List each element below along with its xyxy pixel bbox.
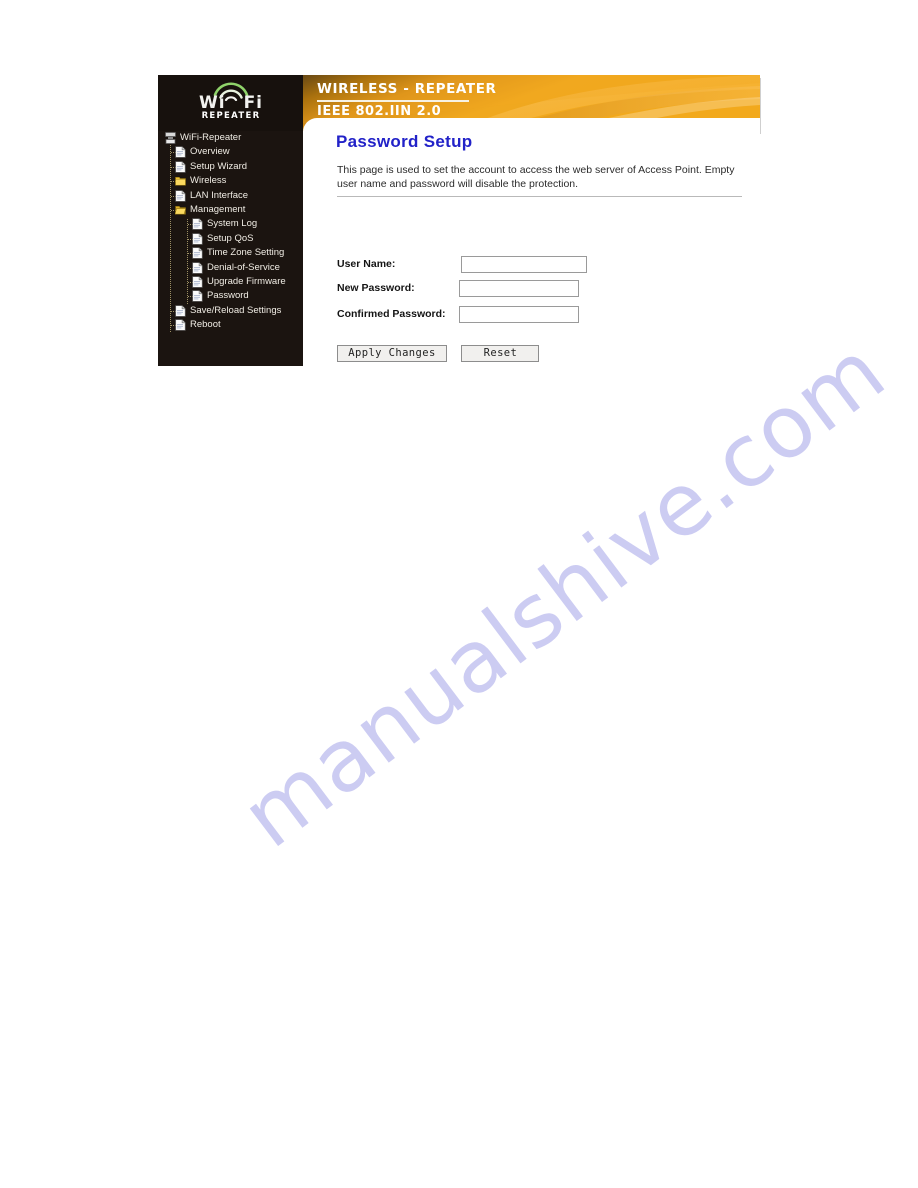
form-row-new-password: New Password: bbox=[337, 280, 747, 299]
sidebar-item-label: LAN Interface bbox=[190, 189, 249, 201]
form-row-confirmed-password: Confirmed Password: bbox=[337, 306, 747, 325]
sidebar-item-label: Reboot bbox=[190, 319, 221, 331]
page-icon bbox=[175, 189, 186, 202]
sidebar-item-label: Setup Wizard bbox=[190, 160, 248, 172]
sidebar-item-setup-wizard[interactable]: Setup Wizard bbox=[162, 160, 303, 174]
reset-button[interactable]: Reset bbox=[461, 345, 540, 362]
sidebar-item-label: Password bbox=[207, 290, 249, 302]
sidebar-item-label: Setup QoS bbox=[207, 232, 254, 244]
sidebar-item-label: Wireless bbox=[190, 175, 227, 187]
sidebar-item-upgrade-firmware[interactable]: Upgrade Firmware bbox=[162, 275, 303, 289]
logo-word-left: Wi bbox=[198, 93, 226, 113]
folder-icon bbox=[175, 177, 186, 186]
new-password-input[interactable] bbox=[459, 280, 579, 297]
sidebar-item-system-log[interactable]: System Log bbox=[162, 217, 303, 231]
sidebar-item-reboot[interactable]: Reboot bbox=[162, 318, 303, 332]
router-admin-window: Wi Fi REPEATER WIRELESS - REPEATER IEEE … bbox=[158, 75, 761, 367]
page-icon bbox=[175, 305, 186, 317]
label-confirmed-password: Confirmed Password: bbox=[337, 308, 446, 320]
sidebar-item-time-zone-setting[interactable]: Time Zone Setting bbox=[162, 246, 303, 260]
sidebar-item-label: Denial-of-Service bbox=[207, 261, 280, 273]
watermark-text: manualshive.com bbox=[224, 321, 904, 868]
logo-wordmark: Wi Fi bbox=[172, 94, 290, 112]
page-icon bbox=[192, 218, 203, 230]
sidebar-item-denial-of-service[interactable]: Denial-of-Service bbox=[162, 261, 303, 275]
form-row-user-name: User Name: bbox=[337, 256, 747, 275]
banner-title: WIRELESS - REPEATER bbox=[317, 81, 497, 97]
confirmed-password-input[interactable] bbox=[459, 306, 579, 323]
page-icon bbox=[175, 161, 186, 173]
brand-logo: Wi Fi REPEATER bbox=[172, 81, 290, 127]
navigation-tree: WiFi-Repeater Overview Setup Wizard Wire… bbox=[162, 131, 303, 333]
sidebar-item-wifi-repeater[interactable]: WiFi-Repeater bbox=[162, 131, 303, 145]
logo-subtitle: REPEATER bbox=[201, 111, 261, 121]
banner-subtitle: IEEE 802.IIN 2.0 bbox=[317, 104, 442, 119]
label-user-name: User Name: bbox=[337, 258, 396, 270]
page-title: Password Setup bbox=[336, 132, 473, 151]
sidebar-item-password[interactable]: Password bbox=[162, 289, 303, 303]
page-description: This page is used to set the account to … bbox=[337, 164, 735, 190]
sidebar-item-management[interactable]: Management bbox=[162, 203, 303, 217]
sidebar-item-label: Upgrade Firmware bbox=[207, 275, 286, 287]
logo-word-right: Fi bbox=[243, 93, 264, 113]
sidebar-item-label: System Log bbox=[207, 218, 258, 230]
folder-open-icon bbox=[175, 206, 186, 215]
page-icon bbox=[192, 261, 203, 274]
banner-rule bbox=[317, 100, 469, 102]
apply-changes-button[interactable]: Apply Changes bbox=[337, 345, 447, 362]
sidebar-item-setup-qos[interactable]: Setup QoS bbox=[162, 232, 303, 246]
sidebar-item-save-reload-settings[interactable]: Save/Reload Settings bbox=[162, 304, 303, 318]
sidebar-item-label: Management bbox=[190, 203, 246, 215]
label-new-password: New Password: bbox=[337, 282, 415, 294]
sidebar-item-overview[interactable]: Overview bbox=[162, 145, 303, 159]
form-button-bar: Apply Changes Reset bbox=[337, 345, 540, 363]
device-icon bbox=[165, 132, 176, 144]
page-icon bbox=[192, 276, 203, 288]
sidebar-item-label: WiFi-Repeater bbox=[180, 132, 242, 143]
sidebar-item-lan-interface[interactable]: LAN Interface bbox=[162, 189, 303, 203]
page-icon bbox=[175, 146, 186, 159]
sidebar-item-label: Save/Reload Settings bbox=[190, 304, 282, 316]
user-name-input[interactable] bbox=[461, 256, 587, 273]
page-icon bbox=[175, 319, 186, 331]
sidebar-item-label: Overview bbox=[190, 146, 230, 158]
page-icon bbox=[192, 247, 203, 259]
sidebar-item-wireless[interactable]: Wireless bbox=[162, 174, 303, 188]
page-icon bbox=[192, 290, 203, 302]
page-icon bbox=[192, 233, 203, 245]
section-divider bbox=[337, 196, 742, 197]
content-panel: Password Setup This page is used to set … bbox=[303, 118, 760, 366]
sidebar-item-label: Time Zone Setting bbox=[207, 247, 285, 259]
